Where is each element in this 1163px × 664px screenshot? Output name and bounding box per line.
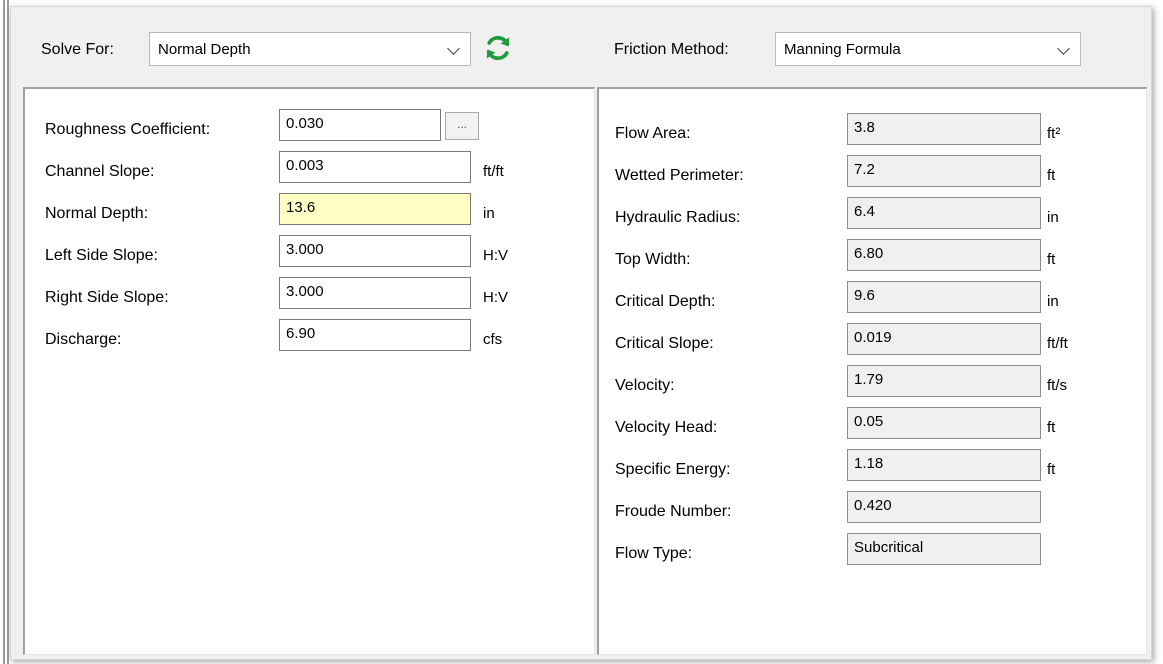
window-edge-left-inner [7, 0, 9, 664]
flow-type-value: Subcritical [847, 533, 1041, 565]
right-side-slope-field[interactable]: 3.000 [279, 277, 471, 309]
flow-type-label: Flow Type: [615, 545, 693, 562]
roughness-coefficient-label: Roughness Coefficient: [45, 121, 211, 138]
discharge-field[interactable]: 6.90 [279, 319, 471, 351]
refresh-icon[interactable] [483, 33, 513, 63]
critical-slope-value: 0.019 [847, 323, 1041, 355]
specific-energy-unit: ft [1047, 461, 1056, 478]
flow-area-label: Flow Area: [615, 125, 691, 142]
friction-method-dropdown[interactable]: Manning Formula [775, 32, 1081, 66]
velocity-unit: ft/s [1047, 377, 1068, 394]
window-edge-left [3, 0, 5, 664]
velocity-head-value: 0.05 [847, 407, 1041, 439]
velocity-head-label: Velocity Head: [615, 419, 718, 436]
top-width-value: 6.80 [847, 239, 1041, 271]
top-width-label: Top Width: [615, 251, 691, 268]
top-width-unit: ft [1047, 251, 1056, 268]
right-side-slope-unit: H:V [483, 289, 509, 306]
flow-area-unit: ft² [1047, 125, 1061, 142]
froude-number-label: Froude Number: [615, 503, 732, 520]
specific-energy-label: Specific Energy: [615, 461, 731, 478]
critical-slope-unit: ft/ft [1047, 335, 1068, 352]
specific-energy-value: 1.18 [847, 449, 1041, 481]
critical-depth-unit: in [1047, 293, 1059, 310]
solve-for-dropdown[interactable]: Normal Depth [149, 32, 471, 66]
hydraulics-form: Solve For: Normal Depth Friction Method:… [10, 6, 1152, 660]
hydraulic-radius-unit: in [1047, 209, 1059, 226]
wetted-perimeter-label: Wetted Perimeter: [615, 167, 744, 184]
flow-area-value: 3.8 [847, 113, 1041, 145]
normal-depth-field[interactable]: 13.6 [279, 193, 471, 225]
solve-for-label: Solve For: [41, 41, 114, 58]
critical-depth-value: 9.6 [847, 281, 1041, 313]
wetted-perimeter-unit: ft [1047, 167, 1056, 184]
discharge-unit: cfs [483, 331, 503, 348]
froude-number-value: 0.420 [847, 491, 1041, 523]
left-side-slope-label: Left Side Slope: [45, 247, 158, 264]
left-side-slope-unit: H:V [483, 247, 509, 264]
hydraulic-radius-value: 6.4 [847, 197, 1041, 229]
channel-slope-field[interactable]: 0.003 [279, 151, 471, 183]
roughness-browse-button[interactable]: ... [445, 112, 479, 140]
hydraulic-radius-label: Hydraulic Radius: [615, 209, 741, 226]
right-side-slope-label: Right Side Slope: [45, 289, 169, 306]
friction-method-label: Friction Method: [614, 41, 729, 58]
roughness-coefficient-field[interactable]: 0.030 [279, 109, 441, 141]
normal-depth-label: Normal Depth: [45, 205, 149, 222]
discharge-label: Discharge: [45, 331, 122, 348]
velocity-head-unit: ft [1047, 419, 1056, 436]
velocity-value: 1.79 [847, 365, 1041, 397]
wetted-perimeter-value: 7.2 [847, 155, 1041, 187]
channel-slope-label: Channel Slope: [45, 163, 155, 180]
friction-method-value: Manning Formula [784, 41, 901, 58]
critical-slope-label: Critical Slope: [615, 335, 714, 352]
left-side-slope-field[interactable]: 3.000 [279, 235, 471, 267]
normal-depth-unit: in [483, 205, 495, 222]
velocity-label: Velocity: [615, 377, 675, 394]
chevron-down-icon [447, 42, 460, 55]
critical-depth-label: Critical Depth: [615, 293, 716, 310]
chevron-down-icon [1057, 42, 1070, 55]
solve-for-value: Normal Depth [158, 41, 251, 58]
channel-slope-unit: ft/ft [483, 163, 504, 180]
